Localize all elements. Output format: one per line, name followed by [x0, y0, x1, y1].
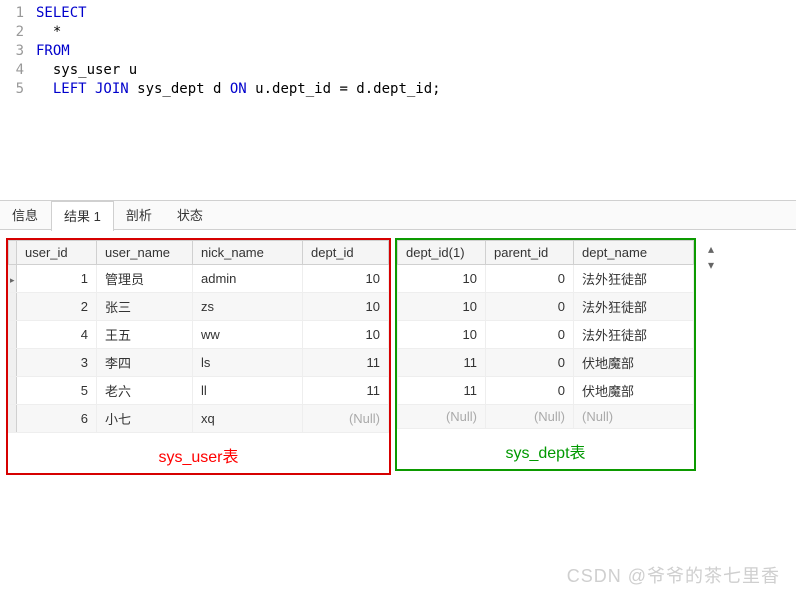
sys-dept-caption: sys_dept表 [397, 429, 694, 463]
table-row[interactable]: (Null)(Null)(Null) [398, 405, 694, 429]
sys-dept-table[interactable]: dept_id(1)parent_iddept_name 100法外狂徒部100… [397, 240, 694, 429]
table-row[interactable]: 3李四ls11 [9, 349, 389, 377]
table-row[interactable]: 110伏地魔部 [398, 349, 694, 377]
table-row[interactable]: 2张三zs10 [9, 293, 389, 321]
row-marker [9, 377, 17, 405]
table-row[interactable]: 1管理员admin10 [9, 265, 389, 293]
editor-line[interactable]: 4 sys_user u [0, 61, 796, 80]
column-header[interactable]: user_id [17, 241, 97, 265]
editor-line[interactable]: 2 * [0, 23, 796, 42]
sys-user-table[interactable]: user_iduser_namenick_namedept_id 1管理员adm… [8, 240, 389, 433]
column-header[interactable]: user_name [97, 241, 193, 265]
line-number: 1 [0, 4, 36, 23]
line-number: 5 [0, 80, 36, 99]
row-marker [9, 405, 17, 433]
column-header[interactable]: dept_id(1) [398, 241, 486, 265]
table-row[interactable]: 4王五ww10 [9, 321, 389, 349]
row-marker [9, 349, 17, 377]
table-row[interactable]: 100法外狂徒部 [398, 321, 694, 349]
line-number: 4 [0, 61, 36, 80]
table-row[interactable]: 5老六ll11 [9, 377, 389, 405]
sys-user-box: user_iduser_namenick_namedept_id 1管理员adm… [6, 238, 391, 475]
table-row[interactable]: 100法外狂徒部 [398, 293, 694, 321]
row-marker [9, 265, 17, 293]
sys-dept-box: dept_id(1)parent_iddept_name 100法外狂徒部100… [395, 238, 696, 471]
table-row[interactable]: 6小七xq(Null) [9, 405, 389, 433]
tab-剖析[interactable]: 剖析 [114, 201, 165, 229]
result-tab-bar: 信息结果 1剖析状态 [0, 201, 796, 230]
line-number: 3 [0, 42, 36, 61]
scroll-up-icon[interactable]: ▴ [708, 242, 714, 256]
result-grid-area: user_iduser_namenick_namedept_id 1管理员adm… [0, 230, 796, 481]
editor-line[interactable]: 3FROM [0, 42, 796, 61]
row-marker [9, 321, 17, 349]
column-header[interactable]: dept_name [574, 241, 694, 265]
watermark: CSDN @爷爷的茶七里香 [567, 562, 780, 588]
column-header[interactable]: nick_name [193, 241, 303, 265]
tab-状态[interactable]: 状态 [165, 201, 216, 229]
tab-结果 1[interactable]: 结果 1 [51, 201, 114, 231]
tab-信息[interactable]: 信息 [0, 201, 51, 229]
column-header[interactable]: dept_id [303, 241, 389, 265]
sys-user-caption: sys_user表 [8, 433, 389, 467]
row-marker [9, 293, 17, 321]
line-number: 2 [0, 23, 36, 42]
column-header[interactable]: parent_id [486, 241, 574, 265]
editor-line[interactable]: 5 LEFT JOIN sys_dept d ON u.dept_id = d.… [0, 80, 796, 99]
sql-editor[interactable]: 1SELECT2 *3FROM4 sys_user u5 LEFT JOIN s… [0, 0, 796, 200]
scroll-down-icon[interactable]: ▾ [708, 258, 714, 272]
editor-line[interactable]: 1SELECT [0, 4, 796, 23]
table-row[interactable]: 100法外狂徒部 [398, 265, 694, 293]
table-row[interactable]: 110伏地魔部 [398, 377, 694, 405]
